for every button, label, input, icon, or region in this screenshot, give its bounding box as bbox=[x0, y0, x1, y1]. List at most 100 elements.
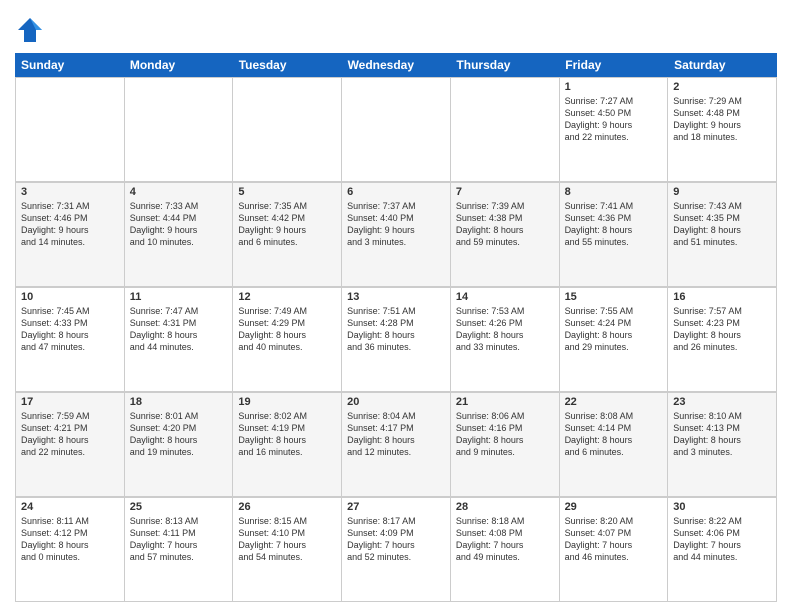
day-info: Sunrise: 7:31 AM Sunset: 4:46 PM Dayligh… bbox=[21, 200, 119, 249]
day-number: 3 bbox=[21, 186, 119, 198]
day-number: 6 bbox=[347, 186, 445, 198]
weekday-header: Wednesday bbox=[342, 53, 451, 77]
calendar-cell: 14 Sunrise: 7:53 AM Sunset: 4:26 PM Dayli… bbox=[451, 288, 560, 392]
day-number: 5 bbox=[238, 186, 336, 198]
day-info: Sunrise: 8:22 AM Sunset: 4:06 PM Dayligh… bbox=[673, 515, 771, 564]
day-info: Sunrise: 7:49 AM Sunset: 4:29 PM Dayligh… bbox=[238, 305, 336, 354]
day-info: Sunrise: 8:13 AM Sunset: 4:11 PM Dayligh… bbox=[130, 515, 228, 564]
day-number: 8 bbox=[565, 186, 663, 198]
day-info: Sunrise: 8:08 AM Sunset: 4:14 PM Dayligh… bbox=[565, 410, 663, 459]
day-number: 29 bbox=[565, 501, 663, 513]
day-number: 4 bbox=[130, 186, 228, 198]
calendar-header: SundayMondayTuesdayWednesdayThursdayFrid… bbox=[15, 53, 777, 77]
day-number: 15 bbox=[565, 291, 663, 303]
calendar-cell: 19 Sunrise: 8:02 AM Sunset: 4:19 PM Dayli… bbox=[233, 393, 342, 497]
calendar-cell: 7 Sunrise: 7:39 AM Sunset: 4:38 PM Daylig… bbox=[451, 183, 560, 287]
day-info: Sunrise: 7:33 AM Sunset: 4:44 PM Dayligh… bbox=[130, 200, 228, 249]
weekday-header: Thursday bbox=[450, 53, 559, 77]
calendar-cell: 4 Sunrise: 7:33 AM Sunset: 4:44 PM Daylig… bbox=[125, 183, 234, 287]
calendar-cell: 23 Sunrise: 8:10 AM Sunset: 4:13 PM Dayli… bbox=[668, 393, 777, 497]
calendar-body: 1Sunrise: 7:27 AM Sunset: 4:50 PM Daylig… bbox=[15, 77, 777, 602]
logo-icon bbox=[15, 15, 45, 45]
day-number: 22 bbox=[565, 396, 663, 408]
calendar-cell bbox=[451, 78, 560, 182]
calendar-cell: 11 Sunrise: 7:47 AM Sunset: 4:31 PM Dayli… bbox=[125, 288, 234, 392]
weekday-header: Sunday bbox=[15, 53, 124, 77]
day-number: 27 bbox=[347, 501, 445, 513]
day-info: Sunrise: 8:11 AM Sunset: 4:12 PM Dayligh… bbox=[21, 515, 119, 564]
day-info: Sunrise: 8:10 AM Sunset: 4:13 PM Dayligh… bbox=[673, 410, 771, 459]
day-info: Sunrise: 7:55 AM Sunset: 4:24 PM Dayligh… bbox=[565, 305, 663, 354]
day-info: Sunrise: 8:17 AM Sunset: 4:09 PM Dayligh… bbox=[347, 515, 445, 564]
calendar-cell: 30 Sunrise: 8:22 AM Sunset: 4:06 PM Dayli… bbox=[668, 498, 777, 602]
day-info: Sunrise: 7:53 AM Sunset: 4:26 PM Dayligh… bbox=[456, 305, 554, 354]
day-info: Sunrise: 8:04 AM Sunset: 4:17 PM Dayligh… bbox=[347, 410, 445, 459]
calendar-cell: 24Sunrise: 8:11 AM Sunset: 4:12 PM Dayli… bbox=[16, 498, 125, 602]
day-info: Sunrise: 8:15 AM Sunset: 4:10 PM Dayligh… bbox=[238, 515, 336, 564]
weekday-header: Friday bbox=[559, 53, 668, 77]
calendar-week-row: 10 Sunrise: 7:45 AM Sunset: 4:33 PM Dayli… bbox=[15, 287, 777, 392]
calendar-week-row: 17 Sunrise: 7:59 AM Sunset: 4:21 PM Dayli… bbox=[15, 392, 777, 497]
day-info: Sunrise: 8:18 AM Sunset: 4:08 PM Dayligh… bbox=[456, 515, 554, 564]
calendar-cell bbox=[125, 78, 234, 182]
day-number: 13 bbox=[347, 291, 445, 303]
day-number: 11 bbox=[130, 291, 228, 303]
page: SundayMondayTuesdayWednesdayThursdayFrid… bbox=[0, 0, 792, 612]
calendar-cell: 21Sunrise: 8:06 AM Sunset: 4:16 PM Dayli… bbox=[451, 393, 560, 497]
day-number: 30 bbox=[673, 501, 771, 513]
calendar-cell bbox=[233, 78, 342, 182]
day-info: Sunrise: 7:43 AM Sunset: 4:35 PM Dayligh… bbox=[673, 200, 771, 249]
weekday-header: Saturday bbox=[668, 53, 777, 77]
day-number: 18 bbox=[130, 396, 228, 408]
day-number: 25 bbox=[130, 501, 228, 513]
day-number: 7 bbox=[456, 186, 554, 198]
day-number: 12 bbox=[238, 291, 336, 303]
calendar-cell: 17 Sunrise: 7:59 AM Sunset: 4:21 PM Dayli… bbox=[16, 393, 125, 497]
calendar-week-row: 1Sunrise: 7:27 AM Sunset: 4:50 PM Daylig… bbox=[15, 77, 777, 182]
calendar-cell: 18 Sunrise: 8:01 AM Sunset: 4:20 PM Dayli… bbox=[125, 393, 234, 497]
calendar-cell: 3 Sunrise: 7:31 AM Sunset: 4:46 PM Daylig… bbox=[16, 183, 125, 287]
day-info: Sunrise: 7:29 AM Sunset: 4:48 PM Dayligh… bbox=[673, 95, 771, 144]
day-info: Sunrise: 8:02 AM Sunset: 4:19 PM Dayligh… bbox=[238, 410, 336, 459]
day-info: Sunrise: 8:20 AM Sunset: 4:07 PM Dayligh… bbox=[565, 515, 663, 564]
calendar-cell: 12 Sunrise: 7:49 AM Sunset: 4:29 PM Dayli… bbox=[233, 288, 342, 392]
calendar-cell: 5 Sunrise: 7:35 AM Sunset: 4:42 PM Daylig… bbox=[233, 183, 342, 287]
calendar: SundayMondayTuesdayWednesdayThursdayFrid… bbox=[15, 53, 777, 602]
day-number: 19 bbox=[238, 396, 336, 408]
calendar-cell: 9Sunrise: 7:43 AM Sunset: 4:35 PM Daylig… bbox=[668, 183, 777, 287]
day-info: Sunrise: 8:01 AM Sunset: 4:20 PM Dayligh… bbox=[130, 410, 228, 459]
day-info: Sunrise: 7:47 AM Sunset: 4:31 PM Dayligh… bbox=[130, 305, 228, 354]
day-info: Sunrise: 7:59 AM Sunset: 4:21 PM Dayligh… bbox=[21, 410, 119, 459]
calendar-cell: 15 Sunrise: 7:55 AM Sunset: 4:24 PM Dayli… bbox=[560, 288, 669, 392]
calendar-cell: 8 Sunrise: 7:41 AM Sunset: 4:36 PM Daylig… bbox=[560, 183, 669, 287]
day-number: 28 bbox=[456, 501, 554, 513]
day-info: Sunrise: 7:27 AM Sunset: 4:50 PM Dayligh… bbox=[565, 95, 663, 144]
calendar-cell: 13Sunrise: 7:51 AM Sunset: 4:28 PM Dayli… bbox=[342, 288, 451, 392]
calendar-cell: 25 Sunrise: 8:13 AM Sunset: 4:11 PM Dayli… bbox=[125, 498, 234, 602]
day-number: 23 bbox=[673, 396, 771, 408]
calendar-cell bbox=[16, 78, 125, 182]
day-info: Sunrise: 7:41 AM Sunset: 4:36 PM Dayligh… bbox=[565, 200, 663, 249]
logo bbox=[15, 15, 49, 45]
day-number: 17 bbox=[21, 396, 119, 408]
day-info: Sunrise: 7:37 AM Sunset: 4:40 PM Dayligh… bbox=[347, 200, 445, 249]
calendar-cell: 1Sunrise: 7:27 AM Sunset: 4:50 PM Daylig… bbox=[560, 78, 669, 182]
day-info: Sunrise: 7:57 AM Sunset: 4:23 PM Dayligh… bbox=[673, 305, 771, 354]
day-number: 16 bbox=[673, 291, 771, 303]
day-info: Sunrise: 7:45 AM Sunset: 4:33 PM Dayligh… bbox=[21, 305, 119, 354]
calendar-cell: 22 Sunrise: 8:08 AM Sunset: 4:14 PM Dayli… bbox=[560, 393, 669, 497]
calendar-cell: 10 Sunrise: 7:45 AM Sunset: 4:33 PM Dayli… bbox=[16, 288, 125, 392]
day-info: Sunrise: 8:06 AM Sunset: 4:16 PM Dayligh… bbox=[456, 410, 554, 459]
calendar-cell: 27 Sunrise: 8:17 AM Sunset: 4:09 PM Dayli… bbox=[342, 498, 451, 602]
day-info: Sunrise: 7:39 AM Sunset: 4:38 PM Dayligh… bbox=[456, 200, 554, 249]
day-number: 14 bbox=[456, 291, 554, 303]
day-info: Sunrise: 7:35 AM Sunset: 4:42 PM Dayligh… bbox=[238, 200, 336, 249]
day-number: 20 bbox=[347, 396, 445, 408]
calendar-cell: 29 Sunrise: 8:20 AM Sunset: 4:07 PM Dayli… bbox=[560, 498, 669, 602]
calendar-cell: 6 Sunrise: 7:37 AM Sunset: 4:40 PM Daylig… bbox=[342, 183, 451, 287]
day-number: 10 bbox=[21, 291, 119, 303]
calendar-cell: 16 Sunrise: 7:57 AM Sunset: 4:23 PM Dayli… bbox=[668, 288, 777, 392]
calendar-cell: 20 Sunrise: 8:04 AM Sunset: 4:17 PM Dayli… bbox=[342, 393, 451, 497]
calendar-week-row: 24Sunrise: 8:11 AM Sunset: 4:12 PM Dayli… bbox=[15, 497, 777, 602]
header bbox=[15, 10, 777, 45]
